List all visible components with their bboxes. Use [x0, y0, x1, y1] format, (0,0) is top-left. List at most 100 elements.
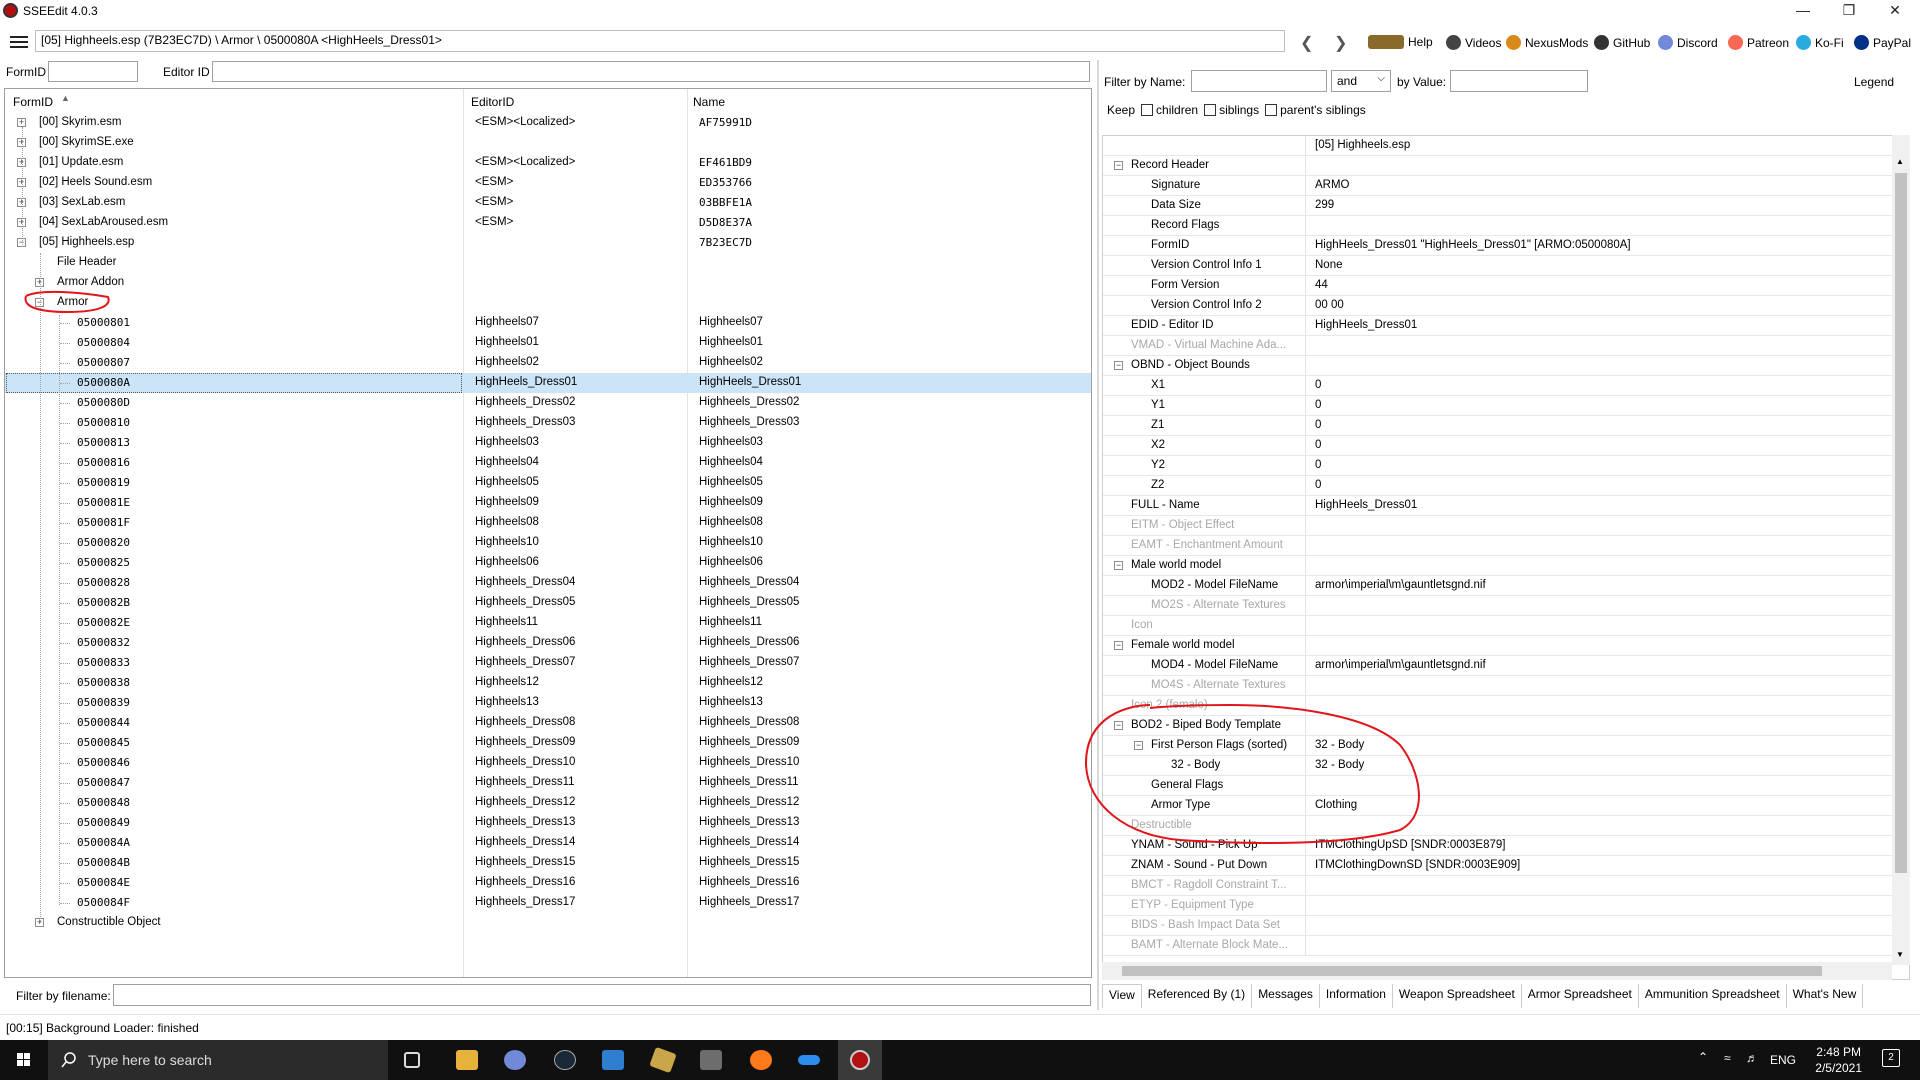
toplink-help[interactable]: Help [1368, 35, 1433, 49]
view-row[interactable]: − OBND - Object Bounds [1103, 356, 1895, 376]
view-row[interactable]: X2 0 [1103, 436, 1895, 456]
tab-what-s-new[interactable]: What's New [1787, 984, 1864, 1008]
toplink-paypal[interactable]: PayPal [1854, 35, 1911, 50]
tree-armor-record[interactable]: 05000825 Highheels06 Highheels06 [5, 553, 1091, 573]
view-row[interactable]: Signature ARMO [1103, 176, 1895, 196]
tree-armor-record[interactable]: 05000846 Highheels_Dress10 Highheels_Dress… [5, 753, 1091, 773]
view-row[interactable]: Icon 2 (female) [1103, 696, 1895, 716]
view-row[interactable]: MO4S - Alternate Textures [1103, 676, 1895, 696]
view-row[interactable]: MO2S - Alternate Textures [1103, 596, 1895, 616]
minimize-button[interactable]: — [1780, 0, 1826, 22]
tree-armor-record[interactable]: 05000848 Highheels_Dress12 Highheels_Dress… [5, 793, 1091, 813]
keep-parents-siblings-checkbox[interactable]: parent's siblings [1265, 103, 1366, 117]
tree-file-row[interactable]: + [03] SexLab.esm <ESM> 03BBFE1A [5, 193, 1091, 213]
view-row[interactable]: General Flags [1103, 776, 1895, 796]
view-row[interactable]: MOD4 - Model FileName armor\imperial\m\ga… [1103, 656, 1895, 676]
volume-icon[interactable]: ♬ [1746, 1051, 1758, 1065]
view-row[interactable]: Data Size 299 [1103, 196, 1895, 216]
tree-armor-record[interactable]: 05000845 Highheels_Dress09 Highheels_Dress… [5, 733, 1091, 753]
tab-weapon-spreadsheet[interactable]: Weapon Spreadsheet [1393, 984, 1522, 1008]
tree-armor-record[interactable]: 0500084B Highheels_Dress15 Highheels_Dress… [5, 853, 1091, 873]
collapse-icon[interactable]: − [1114, 161, 1123, 170]
tab-view[interactable]: View [1102, 984, 1142, 1008]
tab-referenced-by-1[interactable]: Referenced By (1) [1142, 984, 1253, 1008]
view-row[interactable]: ETYP - Equipment Type [1103, 896, 1895, 916]
tree-group-armor-addon[interactable]: + Armor Addon [5, 273, 1091, 293]
view-row[interactable]: MOD2 - Model FileName armor\imperial\m\ga… [1103, 576, 1895, 596]
calculator-icon[interactable] [700, 1050, 722, 1070]
tab-ammunition-spreadsheet[interactable]: Ammunition Spreadsheet [1639, 984, 1787, 1008]
tree-armor-record[interactable]: 05000839 Highheels13 Highheels13 [5, 693, 1091, 713]
tree-file-row[interactable]: + [02] Heels Sound.esm <ESM> ED353766 [5, 173, 1091, 193]
view-row[interactable]: ZNAM - Sound - Put Down ITMClothingDownSD… [1103, 856, 1895, 876]
formid-filter-input[interactable] [48, 61, 138, 82]
tree-group-file-header[interactable]: File Header [5, 253, 1091, 273]
tree-armor-record[interactable]: 05000838 Highheels12 Highheels12 [5, 673, 1091, 693]
view-row[interactable]: Form Version 44 [1103, 276, 1895, 296]
forward-arrow-icon[interactable]: ❯ [1334, 33, 1347, 53]
view-row[interactable]: − First Person Flags (sorted) 32 - Body [1103, 736, 1895, 756]
back-arrow-icon[interactable]: ❮ [1300, 33, 1313, 53]
steam-icon[interactable] [554, 1050, 576, 1070]
editorid-filter-input[interactable] [212, 61, 1090, 82]
tree-armor-record[interactable]: 0500084F Highheels_Dress17 Highheels_Dress… [5, 893, 1091, 913]
tree-armor-record[interactable]: 0500084E Highheels_Dress16 Highheels_Dress… [5, 873, 1091, 893]
view-row[interactable]: YNAM - Sound - Pick Up ITMClothingUpSD [S… [1103, 836, 1895, 856]
view-row[interactable]: EITM - Object Effect [1103, 516, 1895, 536]
record-view[interactable]: [05] Highheels.esp − Record Header Signatu… [1102, 135, 1910, 980]
tree-group-constructible[interactable]: + Constructible Object [5, 913, 1091, 933]
menu-icon[interactable] [10, 36, 28, 51]
toplink-patreon[interactable]: Patreon [1728, 35, 1789, 50]
view-row[interactable]: Y2 0 [1103, 456, 1895, 476]
tree-file-row[interactable]: + [00] Skyrim.esm <ESM><Localized> AF75991D [5, 113, 1091, 133]
tree-armor-record[interactable]: 0500082B Highheels_Dress05 Highheels_Dress… [5, 593, 1091, 613]
column-header-editorid[interactable]: EditorID [471, 95, 514, 109]
record-path-field[interactable]: [05] Highheels.esp (7B23EC7D) \ Armor \ … [35, 30, 1285, 52]
tree-file-row[interactable]: − [05] Highheels.esp 7B23EC7D [5, 233, 1091, 253]
clock[interactable]: 2:48 PM 2/5/2021 [1815, 1044, 1862, 1076]
view-row[interactable]: BMCT - Ragdoll Constraint T... [1103, 876, 1895, 896]
close-button[interactable]: ✕ [1872, 0, 1918, 22]
tree-group-armor[interactable]: − Armor [5, 293, 1091, 313]
toplink-nexusmods[interactable]: NexusMods [1506, 35, 1588, 50]
column-header-name[interactable]: Name [693, 95, 725, 109]
tree-armor-record[interactable]: 0500084A Highheels_Dress14 Highheels_Dress… [5, 833, 1091, 853]
horizontal-scrollbar[interactable] [1102, 962, 1892, 980]
restore-button[interactable]: ❐ [1826, 0, 1872, 22]
tree-armor-record[interactable]: 05000819 Highheels05 Highheels05 [5, 473, 1091, 493]
view-row[interactable]: Y1 0 [1103, 396, 1895, 416]
app-icon-blue[interactable] [798, 1055, 820, 1065]
tree-armor-record[interactable]: 05000807 Highheels02 Highheels02 [5, 353, 1091, 373]
toplink-videos[interactable]: Videos [1446, 35, 1501, 50]
tree-armor-record[interactable]: 05000828 Highheels_Dress04 Highheels_Dress… [5, 573, 1091, 593]
collapse-icon[interactable]: − [1114, 361, 1123, 370]
view-row[interactable]: Version Control Info 2 00 00 [1103, 296, 1895, 316]
language-indicator[interactable]: ENG [1770, 1053, 1796, 1067]
view-row[interactable]: Z1 0 [1103, 416, 1895, 436]
collapse-icon[interactable]: − [1114, 721, 1123, 730]
tree-armor-record[interactable]: 05000844 Highheels_Dress08 Highheels_Dress… [5, 713, 1091, 733]
view-row[interactable]: − BOD2 - Biped Body Template [1103, 716, 1895, 736]
tree-armor-record[interactable]: 0500082E Highheels11 Highheels11 [5, 613, 1091, 633]
tab-armor-spreadsheet[interactable]: Armor Spreadsheet [1522, 984, 1639, 1008]
view-row[interactable]: − Female world model [1103, 636, 1895, 656]
and-or-select[interactable]: and ⌵ [1331, 70, 1391, 92]
pane-splitter[interactable] [1097, 60, 1099, 1010]
view-row[interactable]: FULL - Name HighHeels_Dress01 [1103, 496, 1895, 516]
name-filter-input[interactable] [1191, 70, 1327, 92]
record-tree[interactable]: FormID ▲ EditorID Name + [00] Skyrim.esm <… [4, 88, 1092, 978]
tree-armor-record[interactable]: 05000820 Highheels10 Highheels10 [5, 533, 1091, 553]
view-row[interactable]: − Record Header [1103, 156, 1895, 176]
view-row[interactable]: BIDS - Bash Impact Data Set [1103, 916, 1895, 936]
firefox-icon[interactable] [750, 1050, 772, 1070]
view-row[interactable]: Record Flags [1103, 216, 1895, 236]
tree-armor-record[interactable]: 05000832 Highheels_Dress06 Highheels_Dress… [5, 633, 1091, 653]
vertical-scrollbar[interactable]: ▲ ▼ [1892, 135, 1910, 965]
tree-file-row[interactable]: + [00] SkyrimSE.exe [5, 133, 1091, 153]
view-row[interactable]: Version Control Info 1 None [1103, 256, 1895, 276]
tab-information[interactable]: Information [1320, 984, 1393, 1008]
tree-armor-record[interactable]: 05000849 Highheels_Dress13 Highheels_Dress… [5, 813, 1091, 833]
keep-children-checkbox[interactable]: children [1141, 103, 1198, 117]
taskbar-search[interactable]: Type here to search [48, 1040, 388, 1080]
view-row[interactable]: Icon [1103, 616, 1895, 636]
